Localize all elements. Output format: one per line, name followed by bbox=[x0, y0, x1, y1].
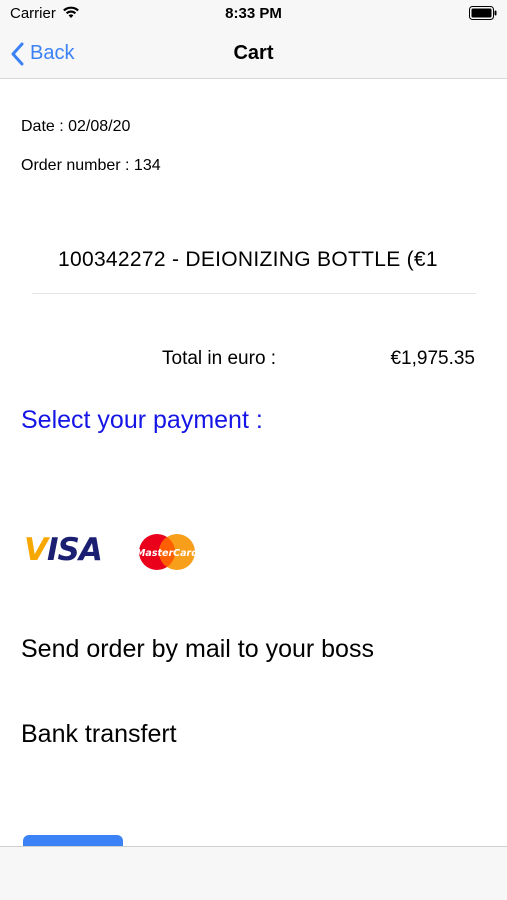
order-number: Order number : 134 bbox=[21, 157, 161, 174]
cart-item-row[interactable]: 100342272 - DEIONIZING BOTTLE (€1 bbox=[32, 232, 476, 294]
mastercard-payment-button[interactable]: MasterCard bbox=[136, 532, 198, 572]
bottom-toolbar bbox=[0, 846, 507, 900]
visa-payment-button[interactable]: VISA bbox=[24, 532, 103, 568]
battery-icon bbox=[469, 6, 497, 20]
cart-item-label: 100342272 - DEIONIZING BOTTLE (€1 bbox=[58, 248, 438, 271]
navigation-bar: Back Cart bbox=[0, 28, 507, 79]
visa-logo: VISA bbox=[24, 532, 103, 568]
send-to-boss-option[interactable]: Send order by mail to your boss bbox=[21, 635, 374, 664]
total-value: €1,975.35 bbox=[390, 348, 475, 369]
total-label: Total in euro : bbox=[162, 348, 277, 369]
mastercard-logo: MasterCard bbox=[136, 534, 198, 570]
bank-transfer-option[interactable]: Bank transfert bbox=[21, 720, 177, 749]
svg-text:MasterCard: MasterCard bbox=[136, 548, 198, 559]
status-bar: Carrier 8:33 PM bbox=[0, 0, 507, 28]
status-time: 8:33 PM bbox=[225, 5, 282, 22]
cart-screen: Carrier 8:33 PM Back Cart Date : 02/08/2… bbox=[0, 0, 507, 900]
order-date: Date : 02/08/20 bbox=[21, 118, 131, 135]
page-title: Cart bbox=[233, 42, 274, 64]
payment-title: Select your payment : bbox=[21, 406, 263, 434]
